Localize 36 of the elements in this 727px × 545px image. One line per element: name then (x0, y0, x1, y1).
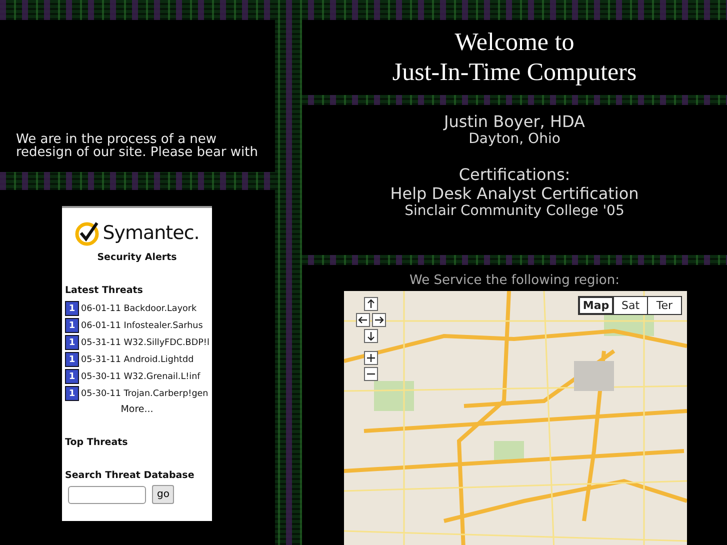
count-badge: 1 (65, 369, 79, 384)
notice-text: We are in the process of a new redesign of our site. Please bear with (0, 20, 275, 172)
school-text: Sinclair Community College '05 (404, 203, 626, 219)
search-field[interactable] (68, 486, 146, 504)
count-badge: 1 (65, 386, 79, 401)
owner-name: Justin Boyer, HDA (442, 112, 586, 131)
down-arrow-icon[interactable] (364, 329, 378, 343)
threat-link[interactable]: 06-01-11 Backdoor.Layork (81, 304, 197, 314)
certification-name: Help Desk Analyst Certification (389, 184, 640, 203)
count-badge: 1 (65, 335, 79, 350)
section-heading: Search Threat Database (65, 470, 196, 481)
certifications-heading: Certifications: (458, 165, 572, 184)
widget-title: Security Alerts (96, 252, 178, 263)
region-caption: We Service the following region: (410, 273, 620, 288)
threat-link[interactable]: 05-31-11 W32.SillyFDC.BDP!l (81, 338, 210, 348)
count-badge: 1 (65, 301, 79, 316)
count-badge: 1 (65, 352, 79, 367)
location-text: Dayton, Ohio (468, 131, 562, 147)
logo-text: Symantec. (102, 222, 200, 244)
map-type-tab[interactable]: Map (579, 297, 613, 314)
more-link[interactable]: More... (65, 404, 209, 415)
right-arrow-icon[interactable] (372, 313, 386, 327)
up-arrow-icon[interactable] (364, 297, 378, 311)
threat-link[interactable]: 05-30-11 W32.Grenail.L!inf (81, 372, 200, 382)
section-heading: Top Threats (65, 437, 129, 448)
left-arrow-icon[interactable] (356, 313, 370, 327)
site-title: Welcome to Just-In-Time Computers (302, 20, 727, 95)
count-badge: 1 (65, 318, 79, 333)
zoom-out-icon[interactable] (364, 367, 378, 381)
section-heading: Latest Threats (65, 285, 144, 296)
threat-link[interactable]: 06-01-11 Infostealer.Sarhus (81, 320, 203, 330)
checkmark-logo-icon (74, 220, 101, 246)
zoom-in-icon[interactable] (364, 351, 378, 365)
go-button[interactable]: go (152, 485, 174, 504)
threat-link[interactable]: 05-30-11 Trojan.Carberp!gen (81, 388, 208, 398)
threat-link[interactable]: 05-31-11 Android.Lightdd (81, 354, 194, 364)
